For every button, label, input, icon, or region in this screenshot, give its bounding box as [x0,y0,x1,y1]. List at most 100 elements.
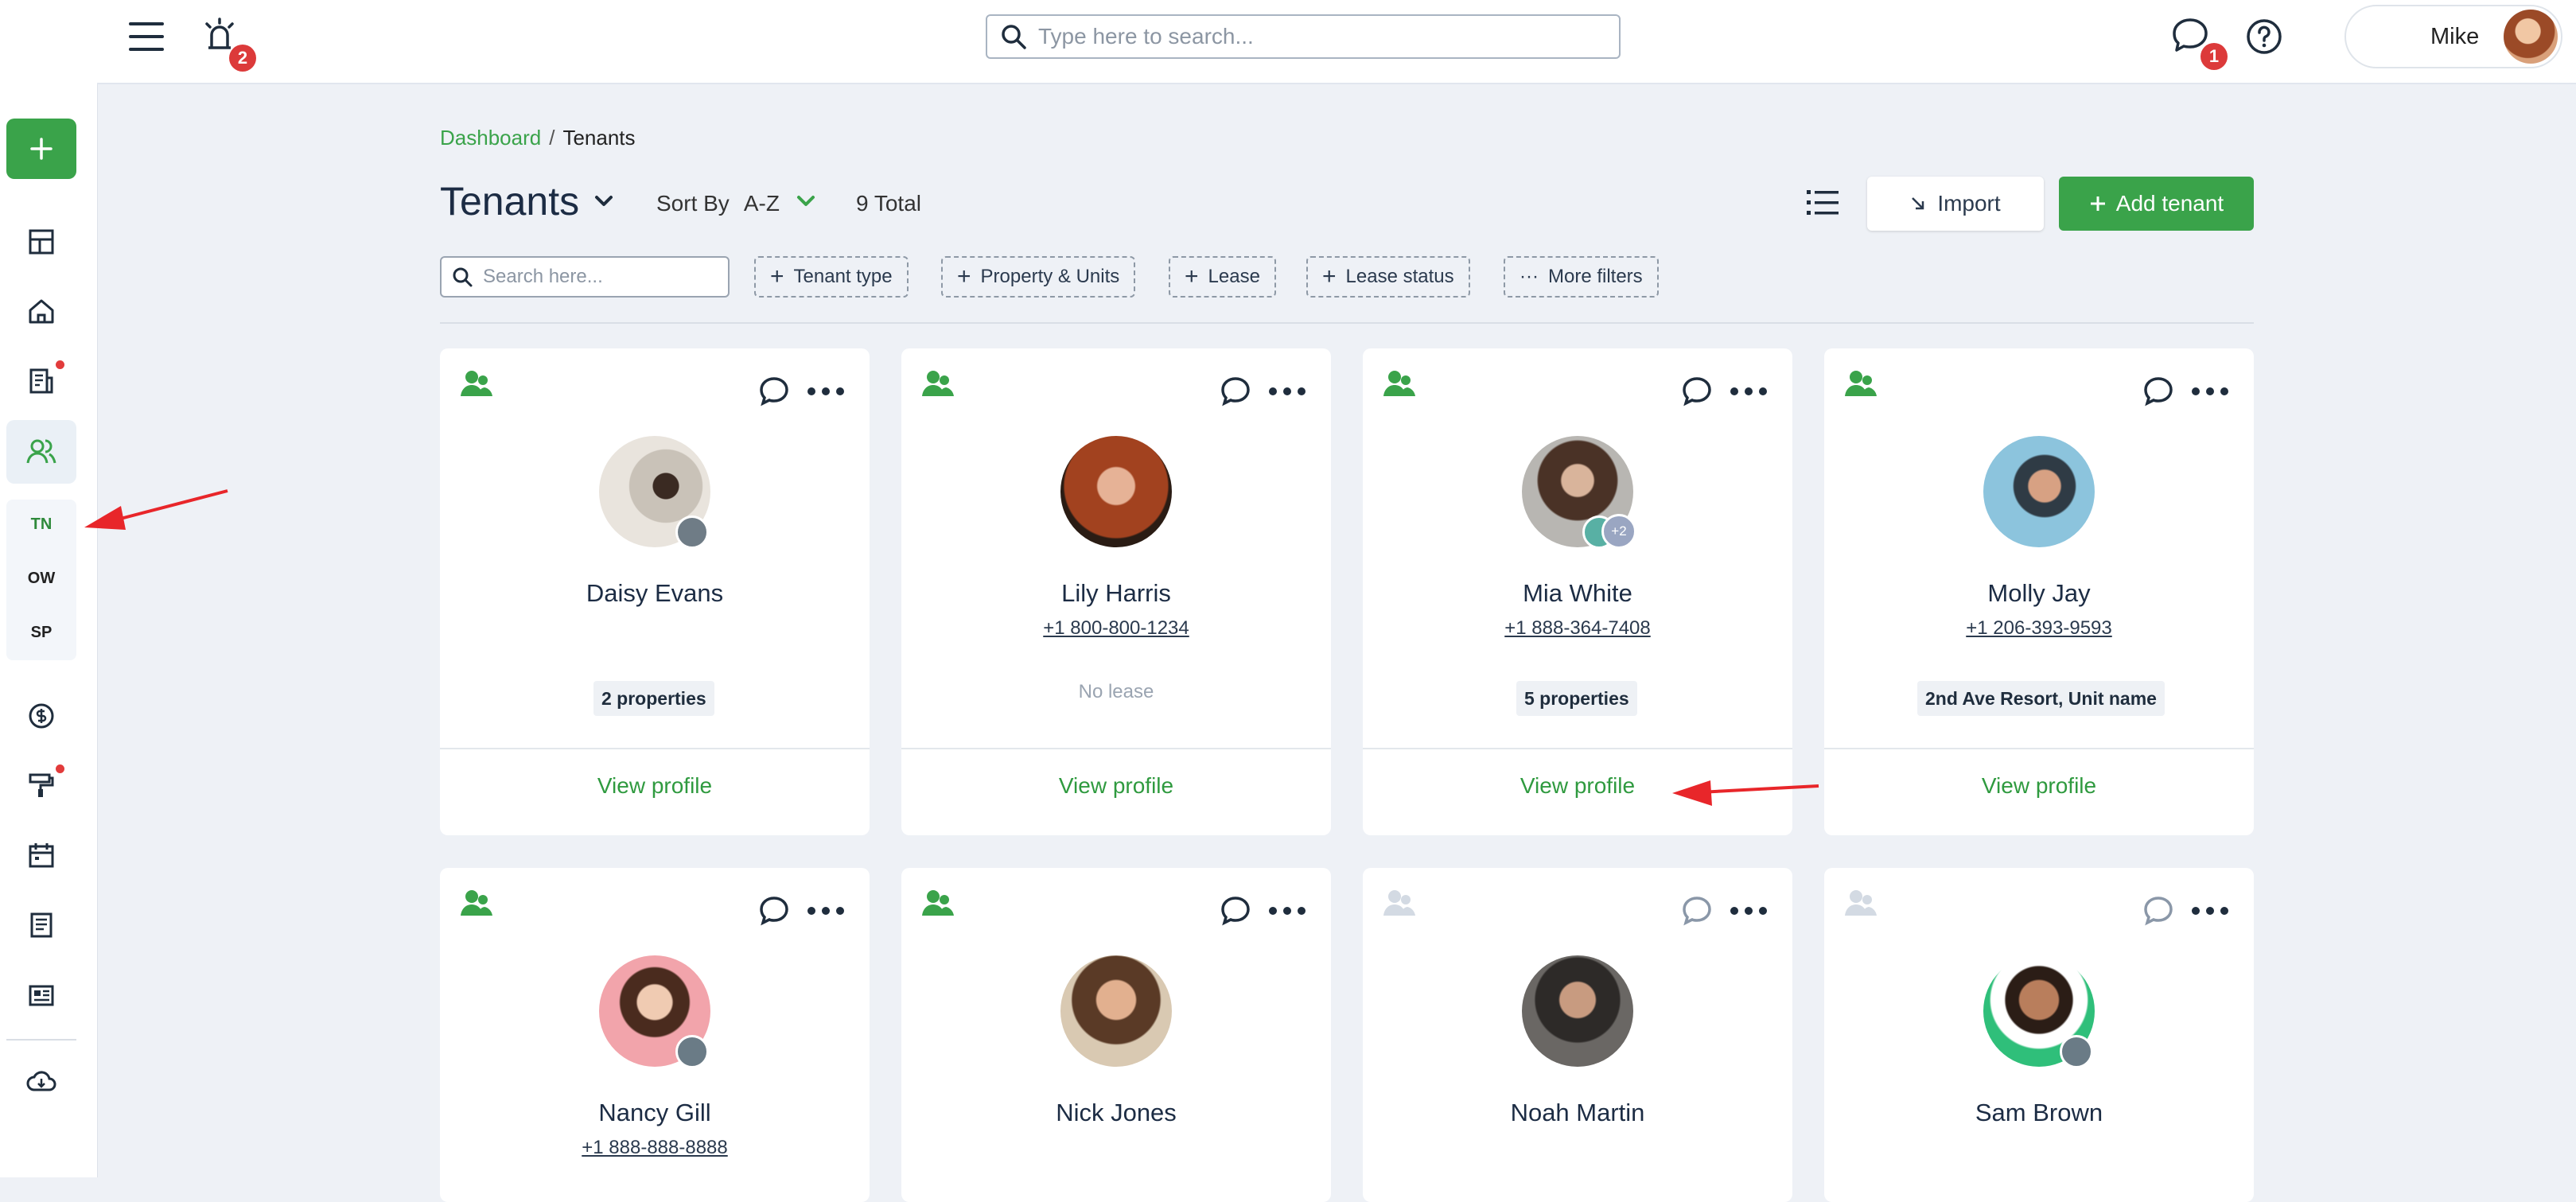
tenant-phone[interactable]: +1 206-393-9593 [1824,617,2254,640]
more-options-icon[interactable] [806,895,846,927]
tenant-avatar [1522,955,1633,1067]
tenant-search-input[interactable] [481,265,723,289]
tenant-search[interactable] [440,256,730,298]
chat-icon[interactable] [1220,375,1251,407]
tenant-person-icon [461,887,492,919]
chat-icon[interactable] [2142,895,2174,927]
messages-badge: 1 [2200,43,2228,70]
title-dropdown[interactable] [592,189,616,217]
chat-icon[interactable] [1681,375,1713,407]
home-icon [29,299,54,324]
subnav-service-pros[interactable]: SP [6,624,76,642]
tenant-person-icon [922,368,954,399]
sidebar-divider [6,1039,76,1041]
tenant-person-icon [1845,887,1877,919]
view-profile-link[interactable]: View profile [1824,773,2254,799]
filter-tenant-type[interactable]: + Tenant type [754,256,909,298]
plus-icon: + [957,263,971,290]
add-tenant-label: Add tenant [2115,191,2224,216]
nav-maintenance[interactable] [18,761,65,809]
tenant-person-icon [1383,887,1415,919]
chat-icon[interactable] [758,375,790,407]
messages-button[interactable]: 1 [2170,16,2228,72]
report-icon [30,912,53,938]
nav-dashboard[interactable] [18,218,65,266]
view-profile-link[interactable]: View profile [440,773,870,799]
nav-listings[interactable] [18,971,65,1019]
sidebar: TN OW SP [0,0,98,1177]
tenant-phone[interactable]: +1 888-364-7408 [1363,617,1792,640]
filter-lease-status[interactable]: + Lease status [1306,256,1470,298]
alerts-button[interactable]: 2 [200,16,256,72]
subnav-owners[interactable]: OW [6,570,76,588]
nav-calendar[interactable] [18,831,65,879]
more-options-icon[interactable] [1267,895,1307,927]
user-name: Mike [2430,24,2480,49]
nav-accounting[interactable] [18,692,65,740]
more-options-icon[interactable] [2190,895,2230,927]
view-profile-link[interactable]: View profile [901,773,1331,799]
nav-people[interactable] [6,420,76,484]
alerts-badge: 2 [229,45,256,72]
property-thumbnail [2060,1035,2093,1068]
tenant-name[interactable]: Sam Brown [1824,1099,2254,1127]
chat-icon[interactable] [1681,895,1713,927]
tenant-name[interactable]: Mia White [1363,579,1792,608]
breadcrumb-dashboard[interactable]: Dashboard [440,126,541,150]
tenant-name[interactable]: Nancy Gill [440,1099,870,1127]
chat-icon[interactable] [2142,375,2174,407]
people-subnav: TN OW SP [6,500,76,660]
more-options-icon[interactable] [1267,375,1307,407]
import-button[interactable]: Import [1867,177,2044,231]
sort-by[interactable]: Sort By A-Z [656,191,780,216]
annotation-arrow-view-profile [1672,780,1819,806]
card-divider [1824,748,2254,749]
tenant-person-icon [922,887,954,919]
plus-icon: + [1185,263,1199,290]
help-circle-icon [2247,19,2282,54]
tenant-name[interactable]: Molly Jay [1824,579,2254,608]
filter-more[interactable]: ··· More filters [1504,256,1659,298]
card-divider [440,748,870,749]
tenant-person-icon [1845,368,1877,399]
nav-downloads[interactable] [18,1058,65,1106]
page-title[interactable]: Tenants [440,178,579,224]
subnav-tenants[interactable]: TN [6,515,76,534]
quick-add-button[interactable] [6,119,76,179]
tenant-phone[interactable]: +1 800-800-1234 [901,617,1331,640]
chat-icon[interactable] [1220,895,1251,927]
tenant-name[interactable]: Lily Harris [901,579,1331,608]
nav-properties[interactable] [18,287,65,335]
more-options-icon[interactable] [1729,375,1769,407]
help-button[interactable] [2245,18,2283,60]
more-dots-icon: ··· [1520,266,1539,287]
global-search-input[interactable] [1037,23,1597,50]
global-search[interactable] [986,14,1621,59]
tenant-avatar [1060,955,1172,1067]
tenant-person-icon [1383,368,1415,399]
sort-dropdown[interactable] [794,189,818,217]
properties-pill: 2 properties [593,681,714,716]
tenant-name[interactable]: Noah Martin [1363,1099,1792,1127]
tenant-name[interactable]: Daisy Evans [440,579,870,608]
add-tenant-button[interactable]: Add tenant [2059,177,2254,231]
filter-lease[interactable]: + Lease [1169,256,1276,298]
chat-icon[interactable] [758,895,790,927]
nav-reports[interactable] [18,901,65,949]
sort-label: Sort By [656,191,730,216]
list-view-toggle[interactable] [1805,185,1840,224]
plus-icon: + [1322,263,1337,290]
more-options-icon[interactable] [806,375,846,407]
tenant-card: Lily Harris +1 800-800-1234 No lease Vie… [901,348,1331,835]
tenant-phone[interactable]: +1 888-888-8888 [440,1137,870,1159]
menu-button[interactable] [129,21,164,56]
more-options-icon[interactable] [1729,895,1769,927]
filter-property-units[interactable]: + Property & Units [941,256,1136,298]
tenant-name[interactable]: Nick Jones [901,1099,1331,1127]
user-menu[interactable]: Mike [2344,5,2562,68]
user-avatar [2504,10,2558,64]
unit-pill: 2nd Ave Resort, Unit name [1917,681,2165,716]
nav-leasing[interactable] [18,357,65,405]
tenant-avatar [1983,436,2095,547]
more-options-icon[interactable] [2190,375,2230,407]
